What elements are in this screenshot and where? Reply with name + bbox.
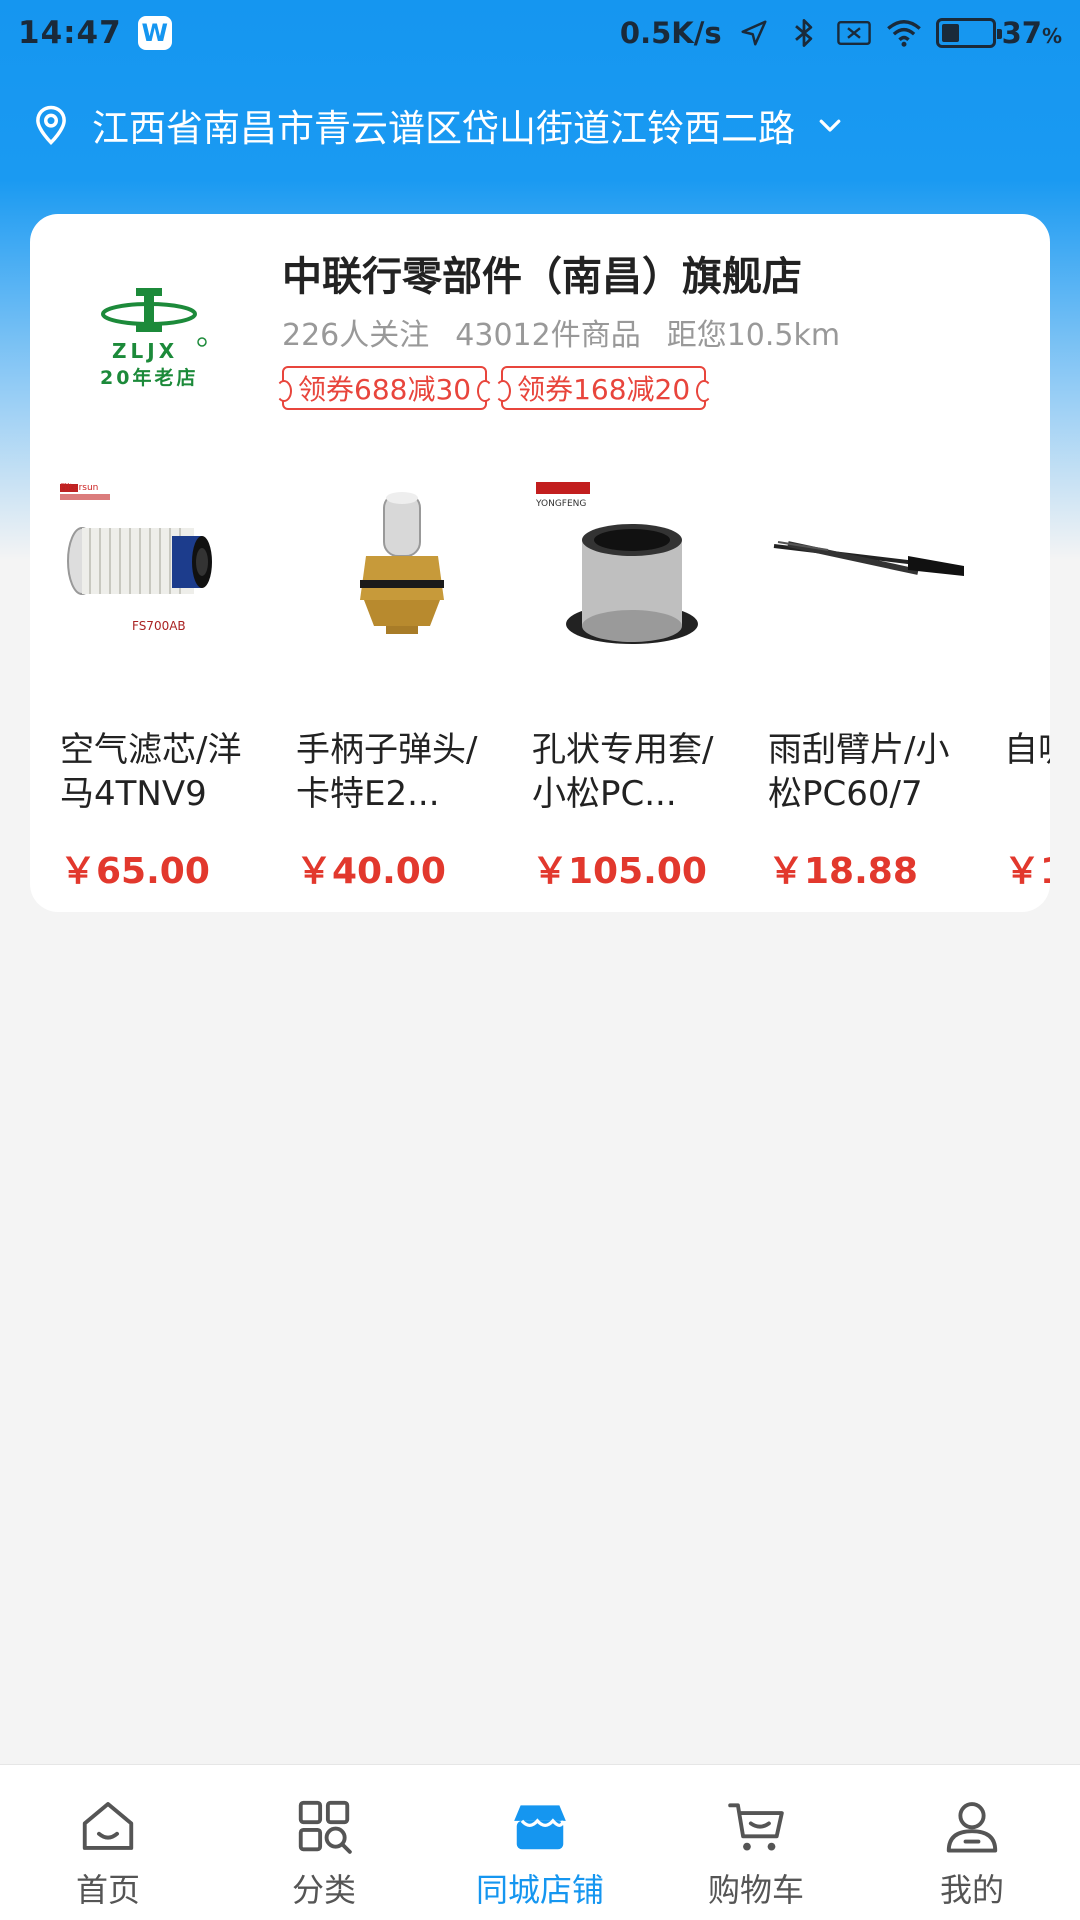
product-model: FS700AB bbox=[132, 619, 186, 633]
logo-tagline: 20年老店 bbox=[100, 366, 198, 389]
wifi-icon bbox=[886, 15, 922, 51]
status-time: 14:47 bbox=[18, 15, 122, 51]
cart-icon bbox=[728, 1803, 784, 1851]
store-product-count: 43012件商品 bbox=[455, 318, 641, 353]
tab-label: 分类 bbox=[291, 1871, 356, 1909]
product-name: 雨刮臂片/小松PC60/70... bbox=[768, 730, 950, 814]
chevron-down-icon bbox=[819, 119, 841, 132]
location-arrow-icon bbox=[736, 15, 772, 51]
product-price: ￥65.00 bbox=[60, 851, 210, 892]
product-card[interactable]: 手柄子弹头/卡特E2... ￥40.00 bbox=[296, 476, 516, 906]
product-image: Filtersun FS700AB bbox=[60, 483, 212, 633]
product-carousel[interactable]: Filtersun FS700AB 空气滤芯/洋马4TNV94/... ￥65.… bbox=[30, 476, 1050, 912]
product-price: ￥40.00 bbox=[296, 851, 446, 892]
location-address: 江西省南昌市青云谱区岱山街道江铃西二路 bbox=[92, 107, 795, 150]
product-brand: Filtersun bbox=[60, 483, 98, 493]
product-price: ￥18.88 bbox=[768, 851, 918, 892]
bluetooth-icon bbox=[786, 15, 822, 51]
category-icon bbox=[298, 1800, 352, 1854]
battery-icon bbox=[935, 18, 1002, 48]
product-card[interactable]: 自吸特- ￥1 bbox=[1004, 476, 1050, 906]
product-image bbox=[360, 492, 444, 634]
battery-indicator: 37% bbox=[935, 16, 1062, 50]
product-image bbox=[773, 541, 964, 576]
tab-cart[interactable]: 购物车 bbox=[648, 1765, 864, 1920]
battery-percent: 37% bbox=[1001, 16, 1062, 50]
home-icon bbox=[82, 1802, 134, 1850]
store-followers: 226人关注 bbox=[282, 318, 430, 353]
store-name: 中联行零部件（南昌）旗舰店 bbox=[282, 254, 802, 300]
tab-category[interactable]: 分类 bbox=[216, 1765, 432, 1920]
network-speed: 0.5K/s bbox=[619, 16, 722, 50]
store-logo: ZLJX 20年老店 bbox=[74, 284, 224, 394]
product-brand: YONGFENG bbox=[535, 499, 586, 509]
store-meta: 226人关注 43012件商品 距您10.5km bbox=[282, 310, 840, 354]
logo-brand-text: ZLJX bbox=[112, 339, 178, 363]
coupon-badge[interactable]: 领券168减20 bbox=[495, 366, 713, 410]
store-icon bbox=[514, 1805, 566, 1850]
tab-label: 同城店铺 bbox=[475, 1871, 604, 1909]
product-name: 自吸特- bbox=[1004, 730, 1050, 770]
tab-home[interactable]: 首页 bbox=[0, 1765, 216, 1920]
product-price: ￥105.00 bbox=[532, 851, 707, 892]
location-selector[interactable]: 江西省南昌市青云谱区岱山街道江铃西二路 bbox=[30, 92, 845, 158]
product-name: 空气滤芯/洋马4TNV94/... bbox=[60, 730, 242, 814]
tab-local-stores[interactable]: 同城店铺 bbox=[432, 1765, 648, 1920]
product-card[interactable]: YONGFENG 孔状专用套/小松PC... ￥105.00 bbox=[532, 476, 752, 906]
sim-off-icon bbox=[836, 15, 872, 51]
coupon-badge[interactable]: 领券688减30 bbox=[275, 366, 494, 410]
status-bar: 14:47 W 0.5K/s 37% bbox=[0, 0, 1080, 66]
profile-icon bbox=[946, 1802, 998, 1853]
app-notification-icon: W bbox=[137, 16, 172, 50]
tab-profile[interactable]: 我的 bbox=[864, 1765, 1080, 1920]
coupon-list: 领券688减30 领券168减20 bbox=[275, 366, 713, 410]
store-card[interactable]: ZLJX 20年老店 中联行零部件（南昌）旗舰店 226人关注 43012件商品… bbox=[30, 214, 1050, 912]
store-distance: 距您10.5km bbox=[666, 318, 841, 353]
product-image: YONGFENG bbox=[535, 482, 698, 644]
tab-label: 首页 bbox=[75, 1871, 140, 1909]
location-pin-icon bbox=[36, 105, 66, 145]
product-price: ￥1 bbox=[1004, 851, 1050, 892]
product-card[interactable]: 雨刮臂片/小松PC60/70... ￥18.88 bbox=[768, 476, 988, 906]
tab-label: 我的 bbox=[939, 1871, 1004, 1909]
tab-label: 购物车 bbox=[707, 1871, 804, 1909]
product-name: 孔状专用套/小松PC... bbox=[532, 730, 714, 814]
product-name: 手柄子弹头/卡特E2... bbox=[296, 730, 478, 814]
product-card[interactable]: Filtersun FS700AB 空气滤芯/洋马4TNV94/... ￥65.… bbox=[60, 476, 280, 906]
bottom-tab-bar: 首页 分类 同城店铺 购物车 我的 bbox=[0, 1764, 1080, 1920]
